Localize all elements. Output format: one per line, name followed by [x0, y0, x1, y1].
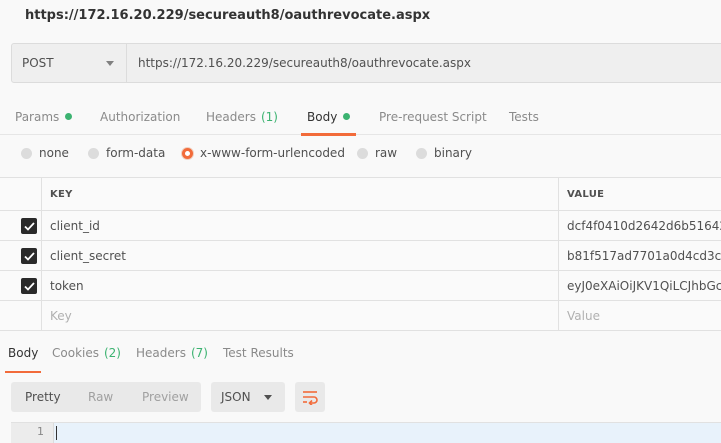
- tab-label: Headers: [136, 346, 186, 360]
- chevron-down-icon: [264, 395, 272, 400]
- request-tabs: Params Authorization Headers (1) Body Pr…: [0, 98, 721, 136]
- checkmark-icon: [23, 281, 35, 291]
- radio-selected-icon: [182, 147, 193, 159]
- row-check-cell: [0, 211, 42, 240]
- pretty-button[interactable]: Pretty: [25, 390, 61, 404]
- checkbox[interactable]: [21, 278, 37, 294]
- column-header-value: VALUE: [567, 188, 605, 200]
- tab-count: (7): [190, 346, 208, 360]
- preview-button[interactable]: Preview: [142, 390, 189, 404]
- view-mode-group: Pretty Raw Preview: [11, 382, 201, 412]
- table-header-row: KEY VALUE: [0, 178, 721, 211]
- radio-label: raw: [375, 146, 398, 160]
- radio-form-data[interactable]: form-data: [88, 146, 165, 160]
- row-check-cell: [0, 241, 42, 270]
- radio-circle-icon: [357, 147, 368, 159]
- chevron-down-icon: [106, 61, 114, 66]
- tab-authorization[interactable]: Authorization: [100, 98, 180, 135]
- status-dot-icon: [65, 113, 73, 120]
- radio-circle-icon: [416, 147, 427, 159]
- radio-none[interactable]: none: [21, 146, 69, 160]
- params-table: KEY VALUE client_id dcf4f0410d2642d6b516…: [0, 177, 721, 331]
- method-select[interactable]: POST: [12, 44, 127, 82]
- tab-tests[interactable]: Tests: [509, 98, 539, 135]
- status-dot-icon: [343, 113, 351, 120]
- tab-cookies[interactable]: Cookies (2): [52, 346, 121, 360]
- raw-button[interactable]: Raw: [88, 390, 113, 404]
- param-key-field[interactable]: client_secret: [42, 241, 559, 270]
- new-key-input[interactable]: Key: [42, 301, 559, 330]
- tab-body[interactable]: Body: [300, 98, 357, 136]
- tab-label: Body: [307, 109, 338, 124]
- format-select[interactable]: JSON: [211, 382, 285, 412]
- tab-test-results[interactable]: Test Results: [223, 346, 294, 360]
- tab-label: Params: [15, 109, 60, 124]
- editor-line[interactable]: [54, 423, 721, 443]
- tab-label: Body: [8, 346, 39, 360]
- radio-x-www-form-urlencoded[interactable]: x-www-form-urlencoded: [182, 146, 345, 160]
- response-tabs: Body Cookies (2) Headers (7) Test Results: [0, 336, 721, 373]
- text-cursor: [56, 426, 57, 440]
- radio-label: x-www-form-urlencoded: [200, 146, 345, 160]
- param-value-field[interactable]: eyJ0eXAiOiJKV1QiLCJhbGciOi: [559, 271, 721, 300]
- radio-label: binary: [434, 146, 472, 160]
- tab-response-headers[interactable]: Headers (7): [136, 346, 208, 360]
- response-editor[interactable]: 1: [11, 422, 721, 443]
- radio-circle-icon: [88, 147, 99, 159]
- table-row: client_id dcf4f0410d2642d6b51642ed: [0, 211, 721, 241]
- tab-label: Authorization: [100, 109, 181, 124]
- radio-circle-icon: [21, 147, 32, 159]
- body-type-options: none form-data x-www-form-urlencoded raw…: [0, 136, 721, 174]
- method-label: POST: [22, 56, 54, 70]
- format-label: JSON: [221, 390, 251, 404]
- tab-label: Cookies: [52, 346, 99, 360]
- tab-count: (2): [103, 346, 121, 360]
- tab-params[interactable]: Params: [15, 98, 73, 135]
- header-check-cell: [0, 178, 42, 210]
- checkbox[interactable]: [21, 218, 37, 234]
- row-check-cell: [0, 271, 42, 300]
- tab-label: Test Results: [223, 346, 294, 360]
- row-check-cell: [0, 301, 42, 330]
- param-key-field[interactable]: client_id: [42, 211, 559, 240]
- wrap-lines-icon: [303, 391, 318, 405]
- radio-label: form-data: [106, 146, 166, 160]
- line-number: 1: [11, 423, 54, 443]
- request-bar: POST https://172.16.20.229/secureauth8/o…: [11, 43, 721, 83]
- tab-pre-request-script[interactable]: Pre-request Script: [379, 98, 487, 135]
- window-title-url: https://172.16.20.229/secureauth8/oauthr…: [25, 8, 431, 23]
- param-value-field[interactable]: b81f517ad7701a0d4cd3cede: [559, 241, 721, 270]
- tab-headers[interactable]: Headers (1): [206, 98, 278, 135]
- param-key-field[interactable]: token: [42, 271, 559, 300]
- new-value-input[interactable]: Value: [559, 301, 721, 330]
- radio-binary[interactable]: binary: [416, 146, 472, 160]
- radio-label: none: [39, 146, 69, 160]
- radio-raw[interactable]: raw: [357, 146, 397, 160]
- tab-response-body[interactable]: Body: [4, 346, 42, 373]
- tab-label: Tests: [509, 109, 539, 124]
- checkmark-icon: [23, 251, 35, 261]
- tab-label: Pre-request Script: [379, 109, 487, 124]
- table-row-new: Key Value: [0, 301, 721, 331]
- checkbox[interactable]: [21, 248, 37, 264]
- wrap-lines-button[interactable]: [295, 382, 325, 412]
- checkmark-icon: [23, 221, 35, 231]
- tab-label: Headers: [206, 109, 256, 124]
- table-row: token eyJ0eXAiOiJKV1QiLCJhbGciOi: [0, 271, 721, 301]
- column-header-key: KEY: [42, 178, 559, 210]
- tab-count: (1): [260, 109, 278, 124]
- url-input[interactable]: https://172.16.20.229/secureauth8/oauthr…: [127, 44, 721, 82]
- table-row: client_secret b81f517ad7701a0d4cd3cede: [0, 241, 721, 271]
- param-value-field[interactable]: dcf4f0410d2642d6b51642ed: [559, 211, 721, 240]
